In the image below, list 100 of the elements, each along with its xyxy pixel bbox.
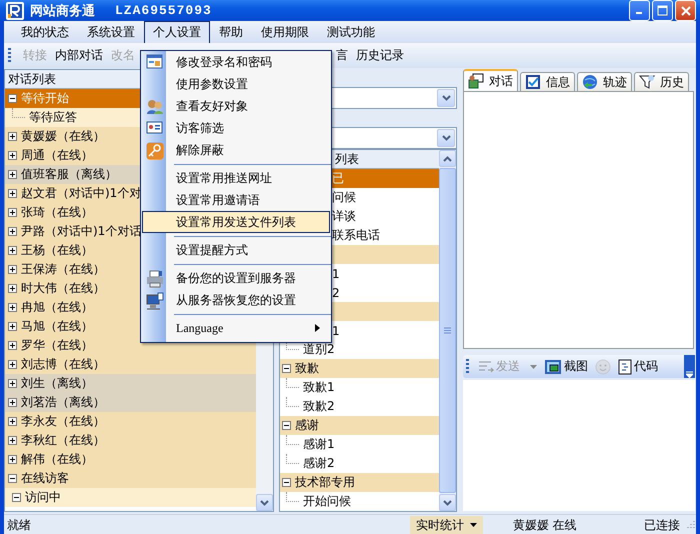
expand-icon[interactable] [8,303,17,312]
expand-icon[interactable] [8,417,17,426]
tab[interactable]: 对话 [463,69,518,91]
chevron-up-icon [443,156,452,162]
menu-item[interactable]: 设置常用发送文件列表 [142,211,330,233]
screenshot-icon [544,358,562,374]
toolbar-button[interactable]: 代码 [616,358,660,375]
chevron-down-icon [260,500,269,506]
expand-icon[interactable] [8,379,17,388]
expand-icon[interactable] [8,284,17,293]
window-icon [146,54,163,69]
tree-line [286,396,299,406]
overflow-button[interactable] [684,355,695,378]
tree-item[interactable]: 刘茗浩（离线） [5,393,256,412]
funnel-icon [639,74,655,90]
phrase-group[interactable]: 技术部专用 [280,473,439,492]
close-button[interactable] [675,0,696,21]
expand-icon[interactable] [8,246,17,255]
tree-item[interactable]: 刘生（离线） [5,374,256,393]
expand-icon[interactable] [8,322,17,331]
tree-item[interactable]: 刘志博（在线） [5,355,256,374]
expand-icon[interactable] [8,208,17,217]
toolbar-button[interactable]: 言 [332,47,352,64]
submenu-arrow-icon [315,324,320,332]
menu-item[interactable]: 我的状态 [12,21,78,43]
globe-icon [582,74,598,90]
tree-line [286,492,299,502]
tree-line [286,454,299,464]
send-icon [478,360,494,374]
grip-icon [444,327,451,334]
tree-line [286,378,299,388]
tree-item[interactable]: 访问中 [5,488,256,507]
collapse-icon[interactable] [12,493,21,502]
account-number: LZA69557093 [115,3,212,18]
expand-icon[interactable] [8,436,17,445]
status-contact: 黄媛媛 在线 [512,516,578,534]
status-text: 就绪 [6,516,32,534]
expand-icon[interactable] [8,132,17,141]
chevron-down-icon [442,135,450,141]
document-icon [468,73,484,89]
expand-icon[interactable] [8,227,17,236]
collapse-icon[interactable] [282,421,291,430]
stats-button[interactable]: 实时统计 [410,516,483,534]
toolbar-button[interactable]: 内部对话 [51,47,107,64]
expand-icon[interactable] [8,398,17,407]
scroll-up-button[interactable] [439,150,456,167]
id-card-icon [146,120,163,135]
resize-grip-icon[interactable] [684,519,696,531]
connection-status: 已连接 [643,516,682,534]
expand-icon[interactable] [8,360,17,369]
chevron-down-icon [443,500,452,506]
printer-icon [146,270,164,288]
tree-item[interactable]: 李秋红（在线） [5,431,256,450]
tree-item[interactable]: 在线访客 [5,469,256,488]
menu-item[interactable]: 修改登录名和密码 [142,51,330,73]
tab[interactable]: 历史 [634,72,689,91]
caret-icon [530,364,537,368]
code-icon [618,358,632,374]
expand-icon[interactable] [8,265,17,274]
key-icon [146,142,164,160]
tab[interactable]: 轨迹 [577,72,632,91]
menu-item[interactable]: 系统设置 [78,21,144,43]
checklist-icon [525,74,541,90]
phrase-group[interactable]: 感谢 [280,416,439,435]
menu-item[interactable]: 帮助 [210,21,252,43]
dropdown-button[interactable] [437,89,455,107]
tree-item[interactable]: 李永友（在线） [5,412,256,431]
people-icon [146,98,164,115]
expand-icon[interactable] [8,170,17,179]
collapse-icon[interactable] [8,474,17,483]
collapse-icon[interactable] [282,478,291,487]
menu-item[interactable]: 个人设置 [144,21,210,43]
scroll-down-button[interactable] [256,494,273,511]
expand-icon[interactable] [8,341,17,350]
collapse-icon[interactable] [282,364,291,373]
collapse-icon[interactable] [8,94,17,103]
expand-icon[interactable] [8,189,17,198]
expand-icon[interactable] [8,151,17,160]
tree-line [12,108,25,118]
computer-icon [146,292,164,310]
caret-icon [470,523,477,527]
tree-line [286,434,299,444]
expand-icon[interactable] [8,455,17,464]
phrase-group[interactable]: 致歉 [280,359,439,378]
app-logo-icon [6,2,24,20]
window-title: 网站商务通 [30,2,95,20]
maximize-icon [657,5,668,16]
tree-item[interactable]: 解伟（在线） [5,450,256,469]
message-input[interactable] [463,380,695,511]
menu-item[interactable]: 测试功能 [318,21,384,43]
minimize-button[interactable] [629,0,650,21]
scroll-down-button[interactable] [439,494,456,511]
maximize-button[interactable] [652,0,673,21]
toolbar-button[interactable]: 历史记录 [352,47,408,64]
tab[interactable]: 信息 [520,72,575,91]
menu-item[interactable]: 使用期限 [252,21,318,43]
dropdown-button[interactable] [437,129,455,147]
chevron-down-icon [686,371,693,378]
close-icon [680,6,690,16]
toolbar-button[interactable]: 截图 [542,358,590,375]
